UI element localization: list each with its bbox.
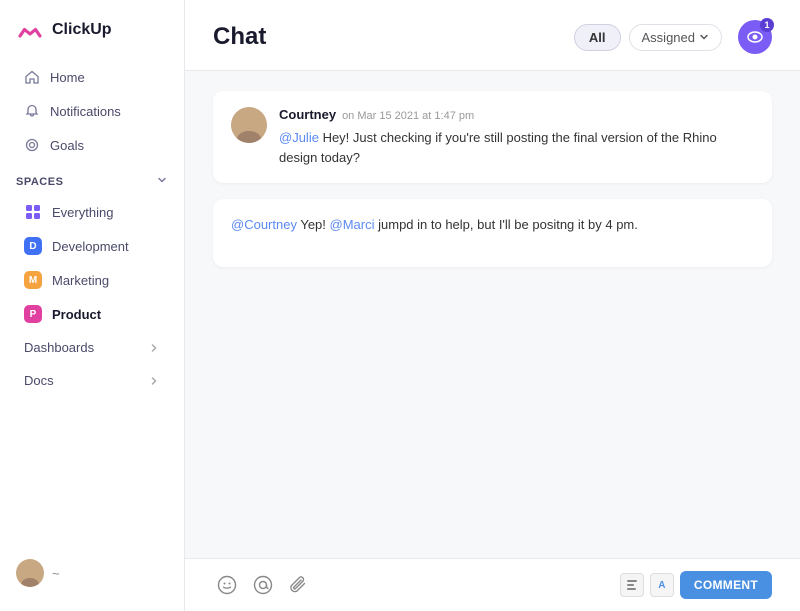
sidebar-item-home[interactable]: Home xyxy=(8,61,176,93)
message-text-1: @Julie Hey! Just checking if you're stil… xyxy=(279,128,754,167)
sidebar-item-product[interactable]: P Product xyxy=(8,298,176,330)
message-author-1: Courtney xyxy=(279,107,336,122)
filter-buttons: All Assigned xyxy=(574,24,722,51)
attachment-button[interactable] xyxy=(285,571,313,599)
chat-reply: @Courtney Yep! @Marci jumpd in to help, … xyxy=(213,199,772,267)
message-body-1: Courtney on Mar 15 2021 at 1:47 pm @Juli… xyxy=(279,107,754,167)
logo-area: ClickUp xyxy=(0,12,184,60)
main-header: Chat All Assigned 1 xyxy=(185,0,800,71)
format-icon-1 xyxy=(626,579,638,591)
sidebar-item-docs-label: Docs xyxy=(24,373,54,388)
sidebar-item-dashboards-label: Dashboards xyxy=(24,340,94,355)
product-badge: P xyxy=(24,305,42,323)
eye-badge-count: 1 xyxy=(760,18,774,32)
target-icon xyxy=(24,137,40,153)
message-time-1: on Mar 15 2021 at 1:47 pm xyxy=(342,110,474,122)
sidebar: ClickUp Home Notifications Goals Spaces xyxy=(0,0,185,611)
input-tools xyxy=(213,571,313,599)
paperclip-icon xyxy=(289,575,309,595)
sidebar-item-notifications-label: Notifications xyxy=(50,104,121,119)
sidebar-item-dashboards[interactable]: Dashboards xyxy=(8,332,176,363)
format-button-2[interactable]: A xyxy=(650,573,674,597)
format-button-1[interactable] xyxy=(620,573,644,597)
eye-badge-button[interactable]: 1 xyxy=(738,20,772,54)
user-hint: ~ xyxy=(52,566,60,581)
at-mention-button[interactable] xyxy=(249,571,277,599)
spaces-label: Spaces xyxy=(16,176,63,188)
chevron-right-icon xyxy=(148,342,160,354)
sidebar-item-marketing-label: Marketing xyxy=(52,273,109,288)
comment-button[interactable]: COMMENT xyxy=(680,571,772,599)
sidebar-item-everything-label: Everything xyxy=(52,205,113,220)
sidebar-bottom: ~ xyxy=(0,547,184,599)
message-plain-1: Hey! Just checking if you're still posti… xyxy=(279,130,717,165)
message-header-1: Courtney on Mar 15 2021 at 1:47 pm xyxy=(279,107,754,122)
format-icon-2: A xyxy=(658,580,665,591)
chat-area: Courtney on Mar 15 2021 at 1:47 pm @Juli… xyxy=(185,71,800,558)
mention-julie: @Julie xyxy=(279,130,319,145)
at-icon xyxy=(253,575,273,595)
emoji-icon xyxy=(217,575,237,595)
reply-plain-1: Yep! xyxy=(300,217,329,232)
mention-courtney: @Courtney xyxy=(231,217,297,232)
mention-marci: @Marci xyxy=(330,217,375,232)
sidebar-item-goals[interactable]: Goals xyxy=(8,129,176,161)
message-avatar-courtney xyxy=(231,107,267,143)
filter-assigned-button[interactable]: Assigned xyxy=(629,24,722,51)
logo-text: ClickUp xyxy=(52,21,112,39)
sidebar-item-notifications[interactable]: Notifications xyxy=(8,95,176,127)
eye-icon xyxy=(746,28,764,46)
sidebar-item-home-label: Home xyxy=(50,70,85,85)
grid-icon xyxy=(24,203,42,221)
sidebar-item-docs[interactable]: Docs xyxy=(8,365,176,396)
input-bar: A COMMENT xyxy=(185,558,800,611)
spaces-header: Spaces xyxy=(0,162,184,195)
home-icon xyxy=(24,69,40,85)
development-badge: D xyxy=(24,237,42,255)
chat-message-1: Courtney on Mar 15 2021 at 1:47 pm @Juli… xyxy=(213,91,772,183)
sidebar-item-product-label: Product xyxy=(52,307,101,322)
sidebar-item-everything[interactable]: Everything xyxy=(8,196,176,228)
sidebar-item-development-label: Development xyxy=(52,239,129,254)
reply-plain-2: jumpd in to help, but I'll be positng it… xyxy=(378,217,638,232)
assigned-chevron-icon xyxy=(699,32,709,42)
sidebar-item-development[interactable]: D Development xyxy=(8,230,176,262)
sidebar-item-goals-label: Goals xyxy=(50,138,84,153)
user-avatar[interactable] xyxy=(16,559,44,587)
filter-all-button[interactable]: All xyxy=(574,24,621,51)
reply-text: @Courtney Yep! @Marci jumpd in to help, … xyxy=(231,215,754,235)
main-content: Chat All Assigned 1 Courtney on xyxy=(185,0,800,611)
input-right: A COMMENT xyxy=(620,571,772,599)
clickup-logo-icon xyxy=(16,16,44,44)
emoji-button[interactable] xyxy=(213,571,241,599)
sidebar-item-marketing[interactable]: M Marketing xyxy=(8,264,176,296)
bell-icon xyxy=(24,103,40,119)
spaces-chevron-icon xyxy=(156,174,168,189)
page-title: Chat xyxy=(213,23,558,51)
marketing-badge: M xyxy=(24,271,42,289)
chevron-right-docs-icon xyxy=(148,375,160,387)
